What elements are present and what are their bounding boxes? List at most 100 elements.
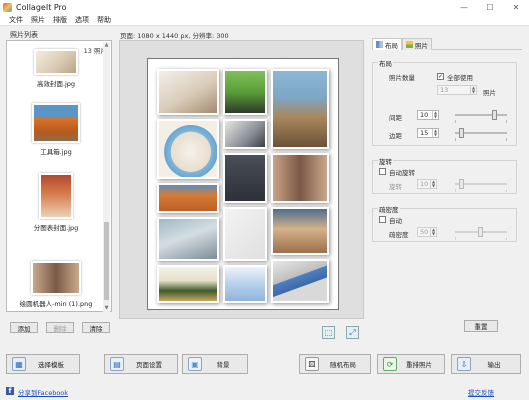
- photo-list-item[interactable]: 高效封面.jpg: [13, 49, 99, 88]
- share-facebook-link[interactable]: 分享到Facebook: [18, 387, 68, 397]
- maximize-button[interactable]: ☐: [477, 0, 503, 14]
- export-button[interactable]: ⇩ 输出: [451, 354, 521, 374]
- expand-icon[interactable]: ⤢: [346, 326, 359, 339]
- close-button[interactable]: ✕: [503, 0, 529, 14]
- rotation-stepper[interactable]: 10 ▲ ▼: [417, 179, 437, 189]
- tab-photo[interactable]: 照片: [402, 38, 432, 50]
- collage-page[interactable]: [147, 58, 339, 310]
- collage-photo[interactable]: [223, 153, 267, 203]
- slider-knob[interactable]: [492, 110, 497, 120]
- collage-photo[interactable]: [271, 259, 329, 303]
- export-icon: ⇩: [457, 357, 471, 371]
- menu-file[interactable]: 文件: [9, 15, 23, 25]
- slider-knob[interactable]: [459, 179, 464, 189]
- facebook-icon[interactable]: f: [6, 387, 14, 395]
- collage-photo[interactable]: [157, 69, 219, 115]
- page-setup-button[interactable]: ▤ 页面设置: [104, 354, 178, 374]
- stepper-arrows-icon[interactable]: ▲ ▼: [430, 180, 436, 188]
- page-info: 页面: 1080 x 1440 px, 分辨率: 300: [120, 32, 229, 40]
- density-stepper[interactable]: 50 ▲ ▼: [417, 227, 437, 237]
- add-photo-button[interactable]: 添加: [10, 322, 38, 333]
- stepper-arrows-icon[interactable]: ▲ ▼: [432, 129, 438, 137]
- fit-page-icon[interactable]: ⬚: [322, 326, 335, 339]
- settings-panel: 布局 照片 布局 照片数量 ✓ 全部使用 13 ▲ ▼ 照片 间距 10 ▲ ▼ 边…: [372, 38, 522, 338]
- photo-filename: 工具箱.jpg: [40, 148, 72, 156]
- collage-photo[interactable]: [157, 217, 219, 261]
- stepper-arrows-icon[interactable]: ▲ ▼: [470, 86, 476, 94]
- tab-layout-label: 布局: [385, 41, 398, 50]
- stepper-arrows-icon[interactable]: ▲ ▼: [430, 228, 436, 236]
- photo-thumbnail: [39, 173, 73, 219]
- collage-photo[interactable]: [271, 153, 329, 203]
- rotation-slider[interactable]: [455, 179, 507, 192]
- margin-stepper[interactable]: 15 ▲ ▼: [417, 128, 439, 138]
- rotation-label: 旋转: [389, 183, 402, 191]
- collage-photo[interactable]: [223, 119, 267, 149]
- margin-slider[interactable]: [455, 128, 507, 141]
- layout-group: 布局 照片数量 ✓ 全部使用 13 ▲ ▼ 照片 间距 10 ▲ ▼ 边距 15 ▲…: [372, 58, 517, 146]
- feedback-link[interactable]: 提交反馈: [468, 387, 494, 397]
- stepper-arrows-icon[interactable]: ▲ ▼: [432, 111, 438, 119]
- slider-knob[interactable]: [459, 128, 464, 138]
- density-group: 疏密度 自动 疏密度 50 ▲ ▼: [372, 204, 517, 242]
- photo-list-title: 照片列表: [10, 31, 38, 39]
- auto-rotate-label: 自动旋转: [389, 169, 415, 177]
- minimize-button[interactable]: —: [451, 0, 477, 14]
- menu-layout[interactable]: 排版: [53, 15, 67, 25]
- use-all-checkbox[interactable]: ✓: [437, 73, 444, 80]
- photo-list-panel: 照片列表 13 照片 高效封面.jpg 工具箱.jpg 分图表封面.jpg 绘圆…: [6, 30, 112, 334]
- choose-template-button[interactable]: ▦ 选择模板: [6, 354, 80, 374]
- random-layout-button[interactable]: ⚄ 随机布局: [299, 354, 371, 374]
- shuffle-photos-button[interactable]: ⟳ 重排照片: [377, 354, 445, 374]
- photo-list-item[interactable]: 工具箱.jpg: [13, 103, 99, 156]
- layout-icon: [376, 41, 383, 48]
- window-title: CollageIt Pro: [16, 2, 67, 12]
- tab-photo-label: 照片: [415, 41, 428, 50]
- photo-unit-label: 照片: [483, 89, 496, 97]
- photo-thumbnail: [32, 103, 80, 143]
- scroll-down-icon[interactable]: ▼: [103, 305, 110, 312]
- menu-options[interactable]: 选项: [75, 15, 89, 25]
- menu-help[interactable]: 帮助: [97, 15, 111, 25]
- photo-filename: 绘圆机器人-min (1).png: [19, 300, 93, 308]
- photo-icon: [406, 41, 413, 48]
- scroll-up-icon[interactable]: ▲: [103, 42, 110, 49]
- auto-density-checkbox[interactable]: [379, 216, 386, 223]
- spacing-label: 间距: [389, 114, 402, 122]
- collage-photo[interactable]: [271, 207, 329, 255]
- photo-thumbnail: [31, 261, 81, 295]
- photo-count-stepper[interactable]: 13 ▲ ▼: [437, 85, 477, 95]
- scroll-thumb[interactable]: [104, 222, 109, 300]
- collage-photo[interactable]: [223, 69, 267, 115]
- collage-photo[interactable]: [157, 119, 219, 179]
- collage-canvas-area: [119, 40, 364, 319]
- menu-photo[interactable]: 照片: [31, 15, 45, 25]
- app-logo-icon: [3, 2, 12, 12]
- reset-button[interactable]: 重置: [464, 320, 498, 332]
- tab-layout[interactable]: 布局: [372, 38, 402, 50]
- photo-list-item[interactable]: 分图表封面.jpg: [13, 173, 99, 232]
- slider-knob[interactable]: [478, 227, 483, 237]
- collage-photo[interactable]: [157, 265, 219, 303]
- remove-photo-button[interactable]: 删除: [46, 322, 74, 333]
- density-group-title: 疏密度: [378, 204, 400, 214]
- auto-rotate-checkbox[interactable]: [379, 168, 386, 175]
- photo-list-item[interactable]: 绘圆机器人-min (1).png: [13, 261, 99, 308]
- menu-bar: 文件 照片 排版 选项 帮助: [0, 14, 529, 26]
- collage-photo[interactable]: [271, 69, 329, 149]
- photo-list-scrollbar[interactable]: ▲ ▼: [103, 42, 110, 312]
- collage-photo[interactable]: [223, 265, 267, 303]
- photo-thumbnail: [34, 49, 78, 75]
- density-slider[interactable]: [455, 227, 507, 240]
- spacing-stepper[interactable]: 10 ▲ ▼: [417, 110, 439, 120]
- background-button[interactable]: ▣ 背景: [182, 354, 248, 374]
- collage-photo[interactable]: [157, 183, 219, 213]
- title-bar: CollageIt Pro — ☐ ✕: [0, 0, 529, 14]
- spacing-slider[interactable]: [455, 110, 507, 123]
- dice-icon: ⚄: [305, 357, 319, 371]
- photo-list[interactable]: 13 照片 高效封面.jpg 工具箱.jpg 分图表封面.jpg 绘圆机器人-m…: [6, 40, 112, 312]
- clear-photos-button[interactable]: 清除: [82, 322, 110, 333]
- collage-photo[interactable]: [223, 207, 267, 261]
- footer: f 分享到Facebook 提交反馈: [0, 386, 529, 400]
- rotation-group-title: 旋转: [378, 156, 393, 166]
